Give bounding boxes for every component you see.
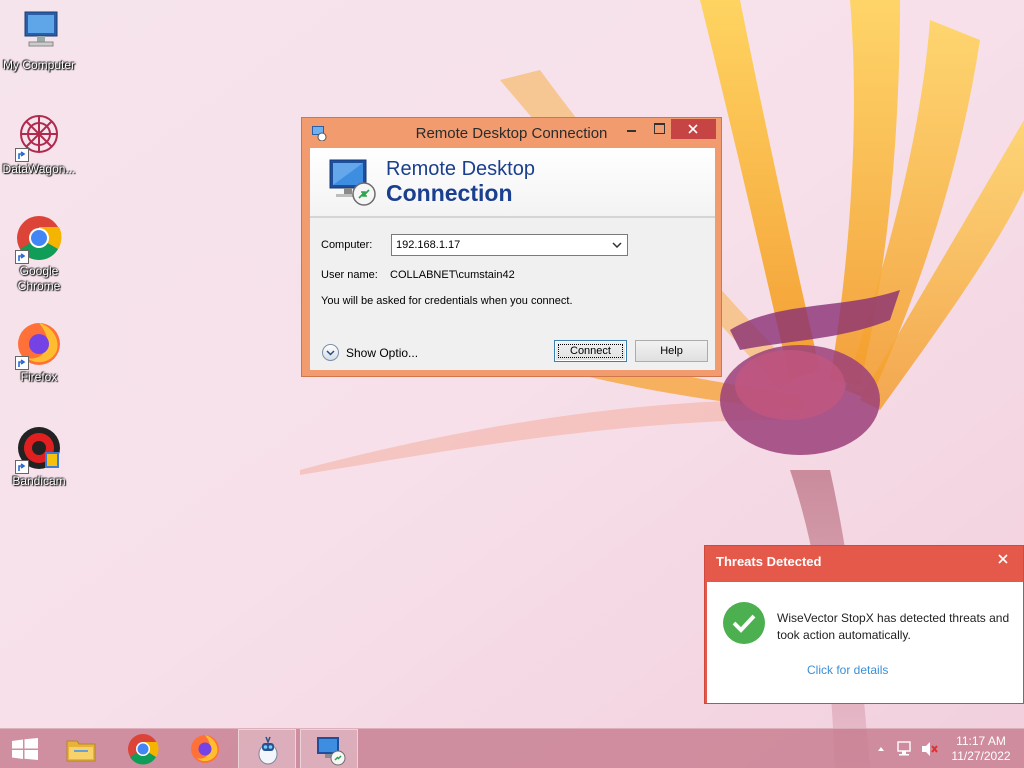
network-tray-icon[interactable] — [894, 729, 916, 768]
file-explorer-icon — [65, 733, 97, 765]
close-icon — [998, 554, 1008, 564]
taskbar-remote-desktop[interactable] — [300, 729, 358, 768]
datawagon-icon — [15, 112, 63, 162]
notification-title: Threats Detected — [716, 554, 822, 569]
desktop-icon-label: Google Chrome — [17, 264, 61, 293]
window-titlebar[interactable]: Remote Desktop Connection — [302, 118, 721, 147]
taskbar-chrome[interactable] — [114, 729, 172, 768]
computer-label: Computer: — [321, 239, 373, 251]
clock-date: 11/27/2022 — [951, 749, 1011, 763]
shortcut-arrow-icon — [15, 148, 29, 162]
checkmark-icon — [723, 602, 765, 644]
banner-title-line2: Connection — [386, 180, 513, 206]
taskbar-file-explorer[interactable] — [52, 729, 110, 768]
firefox-icon — [15, 320, 63, 370]
shortcut-arrow-icon — [15, 356, 29, 370]
close-button[interactable] — [671, 119, 716, 139]
computer-combobox[interactable]: 192.168.1.17 — [391, 234, 628, 256]
start-button[interactable] — [0, 729, 50, 768]
focus-rect — [558, 344, 623, 358]
threats-detected-notification: Threats Detected WiseVector StopX has de… — [704, 545, 1024, 704]
desktop-icon-label: DataWagon... — [2, 162, 76, 176]
notification-close-button[interactable] — [995, 551, 1011, 567]
help-label: Help — [660, 345, 683, 357]
expand-circle-icon — [322, 344, 339, 361]
notification-body: WiseVector StopX has detected threats an… — [707, 582, 1023, 703]
credentials-info-text: You will be asked for credentials when y… — [321, 295, 573, 307]
chrome-icon — [127, 733, 159, 765]
chrome-icon — [15, 214, 63, 264]
remote-desktop-window: Remote Desktop Connection Remote Desktop — [301, 117, 722, 377]
desktop-icon-google-chrome[interactable]: Google Chrome — [0, 214, 79, 294]
taskbar-firefox[interactable] — [176, 729, 234, 768]
desktop-icon-bandicam[interactable]: Bandicam — [0, 424, 79, 489]
shortcut-arrow-icon — [15, 250, 29, 264]
wisevector-icon — [252, 734, 284, 766]
connect-button[interactable]: Connect — [554, 340, 627, 362]
windows-logo-icon — [12, 738, 38, 760]
rdc-banner: Remote Desktop Connection — [310, 148, 715, 218]
computer-icon — [15, 8, 63, 56]
show-hidden-icons-button[interactable] — [872, 729, 890, 768]
details-link[interactable]: Click for details — [807, 663, 888, 677]
chevron-down-icon — [612, 242, 622, 248]
remote-desktop-logo-icon — [326, 156, 378, 208]
close-icon — [688, 124, 698, 134]
minimize-button[interactable] — [618, 119, 646, 139]
desktop-icon-label: My Computer — [2, 58, 76, 72]
username-label: User name: — [321, 269, 378, 281]
clock-time: 11:17 AM — [956, 734, 1006, 748]
desktop-icon-label: Bandicam — [12, 474, 66, 488]
desktop-icon-my-computer[interactable]: My Computer — [0, 8, 79, 73]
notification-message: WiseVector StopX has detected threats an… — [777, 611, 1010, 642]
taskbar: 11:17 AM 11/27/2022 — [0, 728, 1024, 768]
bandicam-icon — [15, 424, 63, 474]
shortcut-arrow-icon — [15, 460, 29, 474]
volume-muted-tray-icon[interactable] — [918, 729, 940, 768]
show-options-label: Show Optio... — [346, 345, 419, 360]
firefox-icon — [189, 733, 221, 765]
desktop-icon-datawagon[interactable]: DataWagon... — [0, 112, 79, 177]
help-button[interactable]: Help — [635, 340, 708, 362]
computer-value: 192.168.1.17 — [396, 239, 461, 251]
taskbar-clock[interactable]: 11:17 AM 11/27/2022 — [948, 734, 1014, 764]
chevron-up-icon — [878, 747, 884, 751]
maximize-button[interactable] — [645, 119, 673, 139]
desktop-icon-firefox[interactable]: Firefox — [0, 320, 79, 385]
banner-title-line1: Remote Desktop — [386, 158, 535, 180]
show-options-toggle[interactable]: Show Optio... — [322, 344, 418, 361]
dropdown-button[interactable] — [609, 236, 625, 254]
desktop-icon-label: Firefox — [20, 370, 58, 384]
username-value: COLLABNET\cumstain42 — [390, 269, 515, 281]
window-client-area: Remote Desktop Connection Computer: 192.… — [310, 148, 715, 370]
taskbar-wisevector[interactable] — [238, 729, 296, 768]
remote-desktop-icon — [314, 734, 346, 766]
